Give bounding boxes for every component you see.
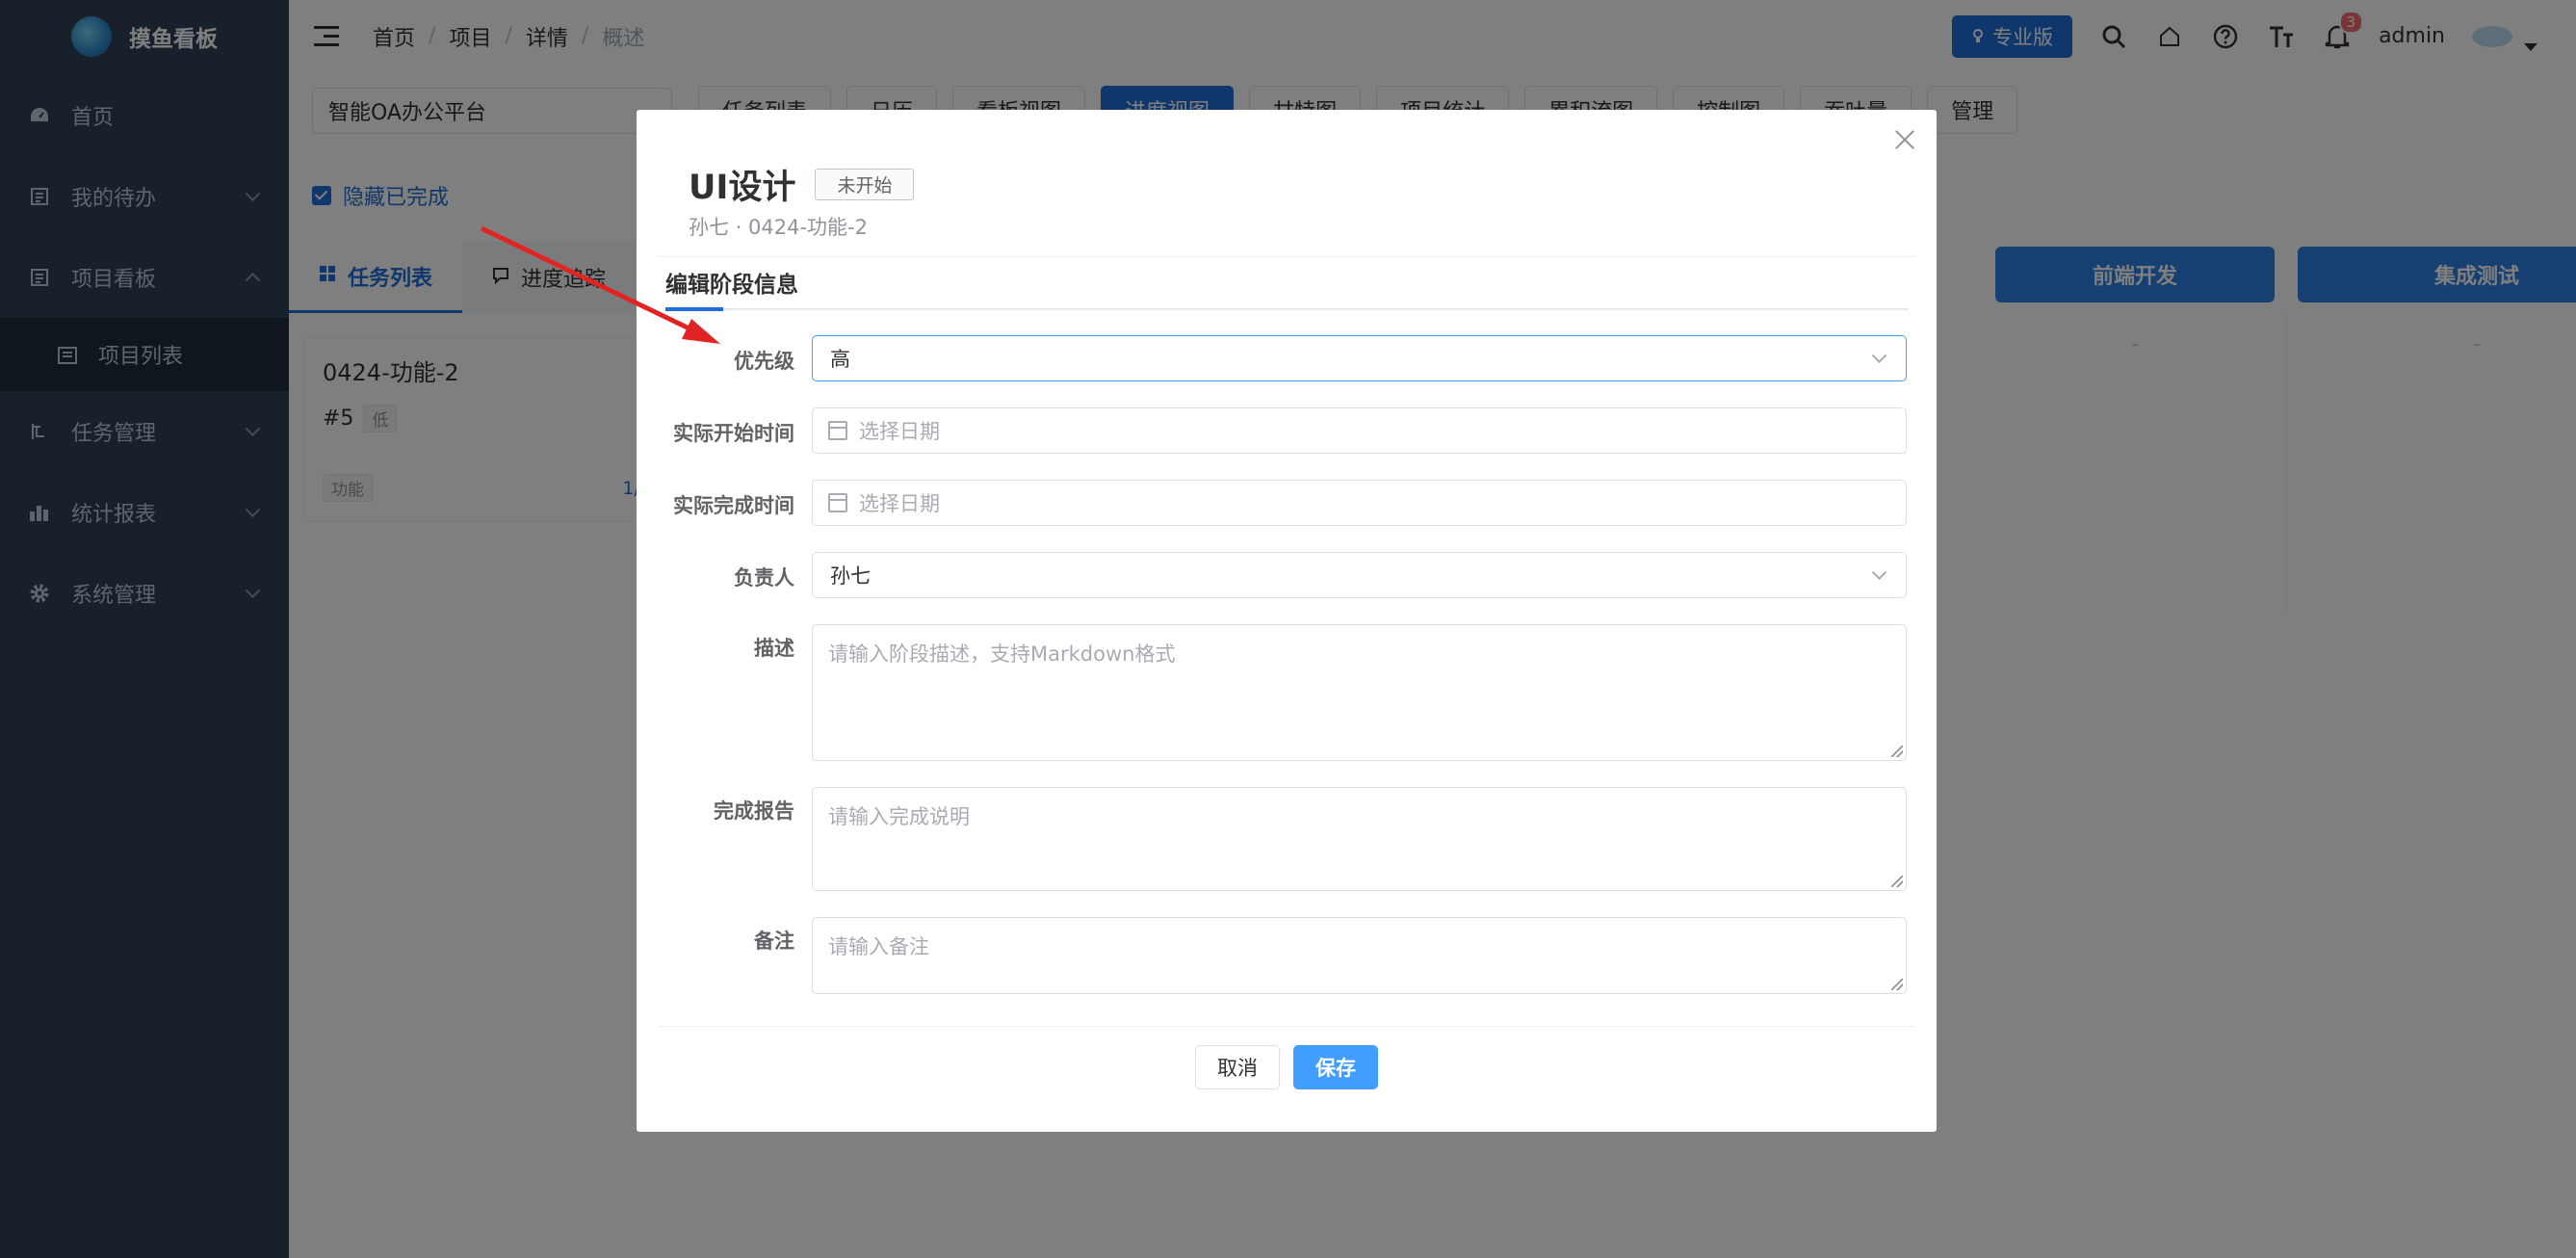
edit-stage-dialog: UI设计 未开始 孙七 · 0424-功能-2 编辑阶段信息 优先级 高 实际开… bbox=[637, 110, 1937, 1132]
actual-end-label: 实际完成时间 bbox=[673, 494, 794, 517]
tab-bar-line bbox=[665, 308, 1908, 310]
form-row-priority: 优先级 高 bbox=[637, 335, 1937, 381]
owner-label: 负责人 bbox=[734, 566, 794, 590]
save-button[interactable]: 保存 bbox=[1293, 1045, 1378, 1089]
form-row-report: 完成报告 请输入完成说明 bbox=[637, 787, 1937, 891]
priority-value: 高 bbox=[830, 348, 850, 371]
status-badge: 未开始 bbox=[815, 169, 915, 200]
calendar-icon bbox=[828, 421, 847, 440]
form-row-actual-end: 实际完成时间 选择日期 bbox=[637, 480, 1937, 526]
actual-start-placeholder: 选择日期 bbox=[859, 420, 940, 443]
resize-handle-icon[interactable] bbox=[1891, 979, 1903, 990]
chevron-down-icon bbox=[1871, 348, 1887, 364]
cancel-button[interactable]: 取消 bbox=[1195, 1045, 1280, 1089]
dialog-footer: 取消 保存 bbox=[637, 1045, 1937, 1089]
actual-end-placeholder: 选择日期 bbox=[859, 492, 940, 515]
actual-start-label: 实际开始时间 bbox=[673, 422, 794, 445]
priority-label: 优先级 bbox=[734, 350, 794, 373]
tab-edit-stage-info[interactable]: 编辑阶段信息 bbox=[665, 266, 798, 299]
tab-active-indicator bbox=[665, 307, 723, 311]
remark-textarea[interactable]: 请输入备注 bbox=[812, 917, 1907, 994]
owner-value: 孙七 bbox=[830, 564, 871, 588]
calendar-icon bbox=[828, 493, 847, 512]
report-textarea[interactable]: 请输入完成说明 bbox=[812, 787, 1907, 891]
report-placeholder: 请输入完成说明 bbox=[828, 805, 970, 828]
divider bbox=[658, 256, 1915, 257]
resize-handle-icon[interactable] bbox=[1891, 746, 1903, 757]
actual-start-date-picker[interactable]: 选择日期 bbox=[812, 407, 1907, 454]
resize-handle-icon[interactable] bbox=[1891, 876, 1903, 887]
form-row-owner: 负责人 孙七 bbox=[637, 552, 1937, 598]
description-textarea[interactable]: 请输入阶段描述，支持Markdown格式 bbox=[812, 624, 1907, 761]
dialog-subtitle: 孙七 · 0424-功能-2 bbox=[689, 216, 868, 239]
close-icon[interactable] bbox=[1894, 129, 1915, 150]
remark-label: 备注 bbox=[754, 930, 794, 953]
form-row-actual-start: 实际开始时间 选择日期 bbox=[637, 407, 1937, 454]
chevron-down-icon bbox=[1871, 564, 1887, 581]
owner-select[interactable]: 孙七 bbox=[812, 552, 1907, 598]
remark-placeholder: 请输入备注 bbox=[828, 935, 929, 958]
description-placeholder: 请输入阶段描述，支持Markdown格式 bbox=[828, 642, 1176, 666]
dialog-title: UI设计 bbox=[689, 169, 796, 207]
actual-end-date-picker[interactable]: 选择日期 bbox=[812, 480, 1907, 526]
dialog-title-row: UI设计 未开始 bbox=[689, 160, 915, 209]
report-label: 完成报告 bbox=[714, 799, 794, 823]
form-row-description: 描述 请输入阶段描述，支持Markdown格式 bbox=[637, 624, 1937, 761]
form-row-remark: 备注 请输入备注 bbox=[637, 917, 1937, 994]
divider bbox=[658, 1026, 1915, 1027]
priority-select[interactable]: 高 bbox=[812, 335, 1907, 381]
description-label: 描述 bbox=[754, 637, 794, 660]
